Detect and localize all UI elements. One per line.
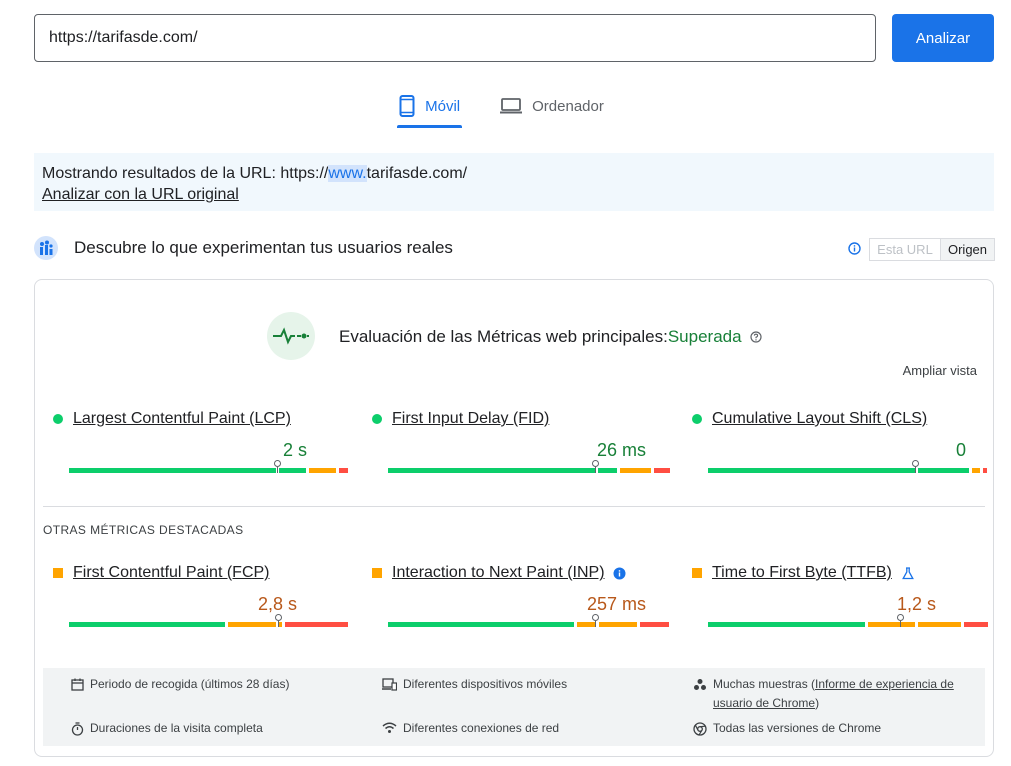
url-redirect-notice: Mostrando resultados de la URL: https://… — [34, 153, 994, 211]
metric-fid-distribution — [388, 468, 670, 473]
metric-inp-link[interactable]: Interaction to Next Paint (INP) — [392, 564, 605, 582]
other-metrics-title: OTRAS MÉTRICAS DESTACADAS — [43, 523, 244, 537]
tab-mobile-label: Móvil — [425, 97, 461, 115]
samples-icon — [694, 679, 706, 690]
needs-improvement-square-icon — [372, 568, 382, 578]
notice-text: Mostrando resultados de la URL: https://… — [42, 163, 986, 184]
metric-fid-link[interactable]: First Input Delay (FID) — [392, 410, 549, 428]
metric-cls-link[interactable]: Cumulative Layout Shift (CLS) — [712, 410, 927, 428]
metric-ttfb-marker — [897, 614, 904, 628]
metric-inp: Interaction to Next Paint (INP) 257 ms — [372, 564, 669, 627]
cwv-badge — [267, 312, 315, 360]
devices-info-text: Diferentes dispositivos móviles — [403, 677, 568, 691]
laptop-icon — [500, 98, 523, 114]
good-dot-icon — [372, 414, 382, 424]
metric-fcp-marker — [275, 614, 282, 628]
tab-desktop[interactable]: Ordenador — [498, 86, 606, 126]
needs-improvement-square-icon — [692, 568, 702, 578]
calendar-icon — [71, 678, 84, 691]
data-info-footer: Periodo de recogida (últimos 28 días) Di… — [43, 668, 985, 746]
assessment-label: Evaluación de las Métricas web principal… — [339, 327, 668, 346]
metric-fcp-distribution — [69, 622, 348, 627]
pulse-icon — [273, 327, 309, 345]
metric-fcp-link[interactable]: First Contentful Paint (FCP) — [73, 564, 270, 582]
networks-info: Diferentes conexiones de red — [382, 719, 559, 738]
samples-info-text: Muchas muestras (Informe de experiencia … — [713, 675, 983, 713]
needs-improvement-square-icon — [53, 568, 63, 578]
metric-ttfb-value: 1,2 s — [896, 594, 936, 614]
toggle-this-url[interactable]: Esta URL — [870, 239, 940, 260]
help-icon[interactable] — [749, 331, 762, 343]
versions-info-text: Todas las versiones de Chrome — [713, 721, 882, 735]
durations-info-text: Duraciones de la visita completa — [90, 721, 263, 735]
tab-mobile[interactable]: Móvil — [397, 86, 463, 128]
analyze-original-url-link[interactable]: Analizar con la URL original — [42, 186, 239, 203]
metric-fid-marker — [592, 460, 599, 474]
metric-fcp-value: 2,8 s — [257, 594, 297, 614]
metric-ttfb-link[interactable]: Time to First Byte (TTFB) — [712, 564, 892, 582]
metric-ttfb: Time to First Byte (TTFB) 1,2 s — [692, 564, 988, 627]
metric-cls-value: 0 — [955, 440, 966, 460]
metric-fid-value: 26 ms — [596, 440, 646, 460]
metric-cls-marker — [912, 460, 919, 474]
toggle-origin[interactable]: Origen — [940, 239, 994, 260]
metric-lcp-distribution — [69, 468, 348, 473]
metrics-divider — [43, 506, 985, 507]
device-tabs: Móvil Ordenador — [0, 86, 1011, 130]
metric-fid: First Input Delay (FID) 26 ms — [372, 410, 670, 473]
info-icon[interactable] — [613, 567, 626, 580]
durations-info: Duraciones de la visita completa — [71, 719, 263, 738]
url-origin-toggle: Esta URL Origen — [869, 238, 995, 261]
metric-ttfb-distribution — [708, 622, 988, 627]
samples-prefix: Muchas muestras ( — [713, 677, 816, 691]
metric-cls-distribution — [708, 468, 987, 473]
notice-suffix: tarifasde.com/ — [366, 165, 468, 182]
smartphone-icon — [399, 95, 415, 117]
versions-info: Todas las versiones de Chrome — [693, 719, 881, 738]
good-dot-icon — [692, 414, 702, 424]
collection-period: Periodo de recogida (últimos 28 días) — [71, 675, 289, 694]
stopwatch-icon — [71, 722, 84, 736]
metric-lcp-marker — [274, 460, 281, 474]
metric-inp-value: 257 ms — [586, 594, 646, 614]
metric-inp-distribution — [388, 622, 669, 627]
metric-lcp-link[interactable]: Largest Contentful Paint (LCP) — [73, 410, 291, 428]
samples-suffix: ) — [815, 696, 820, 710]
tab-desktop-label: Ordenador — [532, 97, 604, 115]
analyze-button[interactable]: Analizar — [892, 14, 994, 62]
notice-highlight: www. — [328, 165, 367, 182]
metric-inp-marker — [592, 614, 599, 628]
networks-info-text: Diferentes conexiones de red — [403, 721, 560, 735]
url-input[interactable] — [34, 14, 876, 62]
info-icon[interactable] — [848, 242, 861, 255]
field-data-card: Evaluación de las Métricas web principal… — [34, 279, 994, 757]
devices-icon — [382, 678, 397, 691]
metric-fcp: First Contentful Paint (FCP) 2,8 s — [53, 564, 348, 627]
chrome-icon — [693, 722, 707, 736]
section-title: Descubre lo que experimentan tus usuario… — [74, 238, 453, 257]
cwv-assessment: Evaluación de las Métricas web principal… — [339, 327, 762, 347]
notice-prefix: Mostrando resultados de la URL: https:// — [42, 165, 329, 182]
collection-period-text: Periodo de recogida (últimos 28 días) — [90, 677, 290, 691]
users-data-icon — [34, 236, 58, 260]
flask-icon — [901, 566, 914, 579]
expand-view-link[interactable]: Ampliar vista — [903, 363, 977, 378]
assessment-result: Superada — [667, 327, 742, 346]
wifi-icon — [382, 722, 397, 733]
metric-cls: Cumulative Layout Shift (CLS) 0 — [692, 410, 987, 473]
good-dot-icon — [53, 414, 63, 424]
samples-info: Muchas muestras (Informe de experiencia … — [693, 675, 983, 713]
devices-info: Diferentes dispositivos móviles — [382, 675, 567, 694]
metric-lcp-value: 2 s — [282, 440, 307, 460]
metric-lcp: Largest Contentful Paint (LCP) 2 s — [53, 410, 348, 473]
